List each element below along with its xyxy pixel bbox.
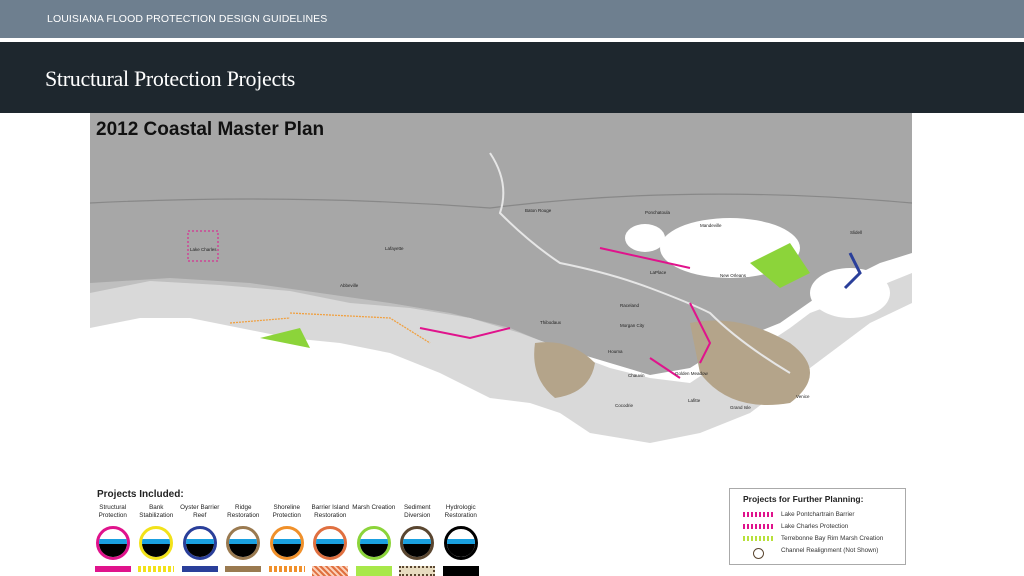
coastal-master-plan-map: 2012 Coastal Master Plan Lake Charles La… [90,113,912,455]
legend-swatch [181,566,218,572]
legend-swatch [399,566,436,576]
title-band: Structural Protection Projects [0,42,1024,113]
legend-item: Hydrologic Restoration [439,504,483,576]
map-place-label: Abbeville [340,283,359,288]
legend-symbol-icon [400,526,435,560]
planning-title: Projects for Further Planning: [743,494,864,504]
planning-swatch [743,535,773,541]
legend-item-label: Shoreline Protection [272,504,301,519]
map-place-label: New Orleans [720,273,747,278]
map-place-label: Morgan City [620,323,645,328]
legend-item-label: Bank Stabilization [139,504,174,519]
planning-item: Lake Charles Protection [743,520,905,532]
legend-item-label: Barrier Island Restoration [311,504,349,519]
planning-item: Channel Realignment (Not Shown) [743,544,905,559]
map-place-label: LaPlace [650,270,667,275]
legend-symbol-icon [269,526,304,560]
map-place-label: Houma [608,349,623,354]
map-place-label: Raceland [620,303,640,308]
legend-symbol-icon [313,526,348,560]
legend-symbol-icon [443,526,478,560]
map-place-label: Lake Charles [190,247,217,252]
map-place-label: Lafitte [688,398,701,403]
legend-item: Marsh Creation [352,504,396,576]
planning-swatch [743,523,773,529]
legend-item: Bank Stabilization [135,504,179,576]
deck-title: LOUISIANA FLOOD PROTECTION DESIGN GUIDEL… [47,13,328,25]
legend-swatch [268,566,305,572]
legend-item-label: Ridge Restoration [227,504,260,519]
legend-symbol-icon [226,526,261,560]
legend-swatch [355,566,392,576]
legend-item: Structural Protection [91,504,135,576]
channel-realignment-icon [752,547,764,559]
legend-item-label: Sediment Diversion [403,504,431,519]
legend-symbol-icon [182,526,217,560]
map-place-label: Chauvin [628,373,645,378]
map-place-label: Baton Rouge [525,208,552,213]
legend-symbol-icon [356,526,391,560]
map-place-label: Ponchatoula [645,210,671,215]
map-place-label: Mandeville [700,223,722,228]
legend-swatch [225,566,262,572]
map-place-label: Thibodaux [540,320,562,325]
legend-item-label: Structural Protection [98,504,127,519]
deck-header: LOUISIANA FLOOD PROTECTION DESIGN GUIDEL… [0,0,1024,38]
planning-swatch [743,511,773,517]
map-place-label: Grand Isle [730,405,751,410]
planning-item: Lake Pontchartrain Barrier [743,508,905,520]
legend-symbol-icon [95,526,130,560]
legend-item: Oyster Barrier Reef [178,504,222,576]
legend-item-label: Oyster Barrier Reef [180,504,220,519]
slide-title: Structural Protection Projects [45,66,296,91]
map-place-label: Golden Meadow [675,371,708,376]
legend-swatch [94,566,131,572]
planning-item-label: Lake Pontchartrain Barrier [781,510,855,518]
legend-item: Shoreline Protection [265,504,309,576]
legend-title: Projects Included: [97,489,184,500]
legend-item: Barrier Island Restoration [309,504,353,576]
legend-symbol-icon [139,526,174,560]
planning-item: Terrebonne Bay Rim Marsh Creation [743,532,905,544]
planning-item-label: Channel Realignment (Not Shown) [781,546,879,554]
map-place-label: Venice [796,394,810,399]
legend-item: Ridge Restoration [222,504,266,576]
map-place-label: Lafayette [385,246,404,251]
planning-item-label: Terrebonne Bay Rim Marsh Creation [781,534,884,542]
legend-swatch [138,566,175,572]
planning-item-label: Lake Charles Protection [781,522,849,530]
legend-swatch [442,566,479,576]
legend-item-label: Marsh Creation [352,504,396,511]
legend-item-label: Hydrologic Restoration [444,504,477,519]
map-graphic [90,113,912,455]
legend-item: Sediment Diversion [396,504,440,576]
map-title: 2012 Coastal Master Plan [96,119,325,140]
map-place-label: Slidell [850,230,863,235]
projects-included-legend: Projects Included: Structural Protection… [94,489,487,576]
further-planning-legend: Projects for Further Planning: Lake Pont… [729,488,906,565]
legend-swatch [312,566,349,576]
map-place-label: Cocodrie [615,403,634,408]
